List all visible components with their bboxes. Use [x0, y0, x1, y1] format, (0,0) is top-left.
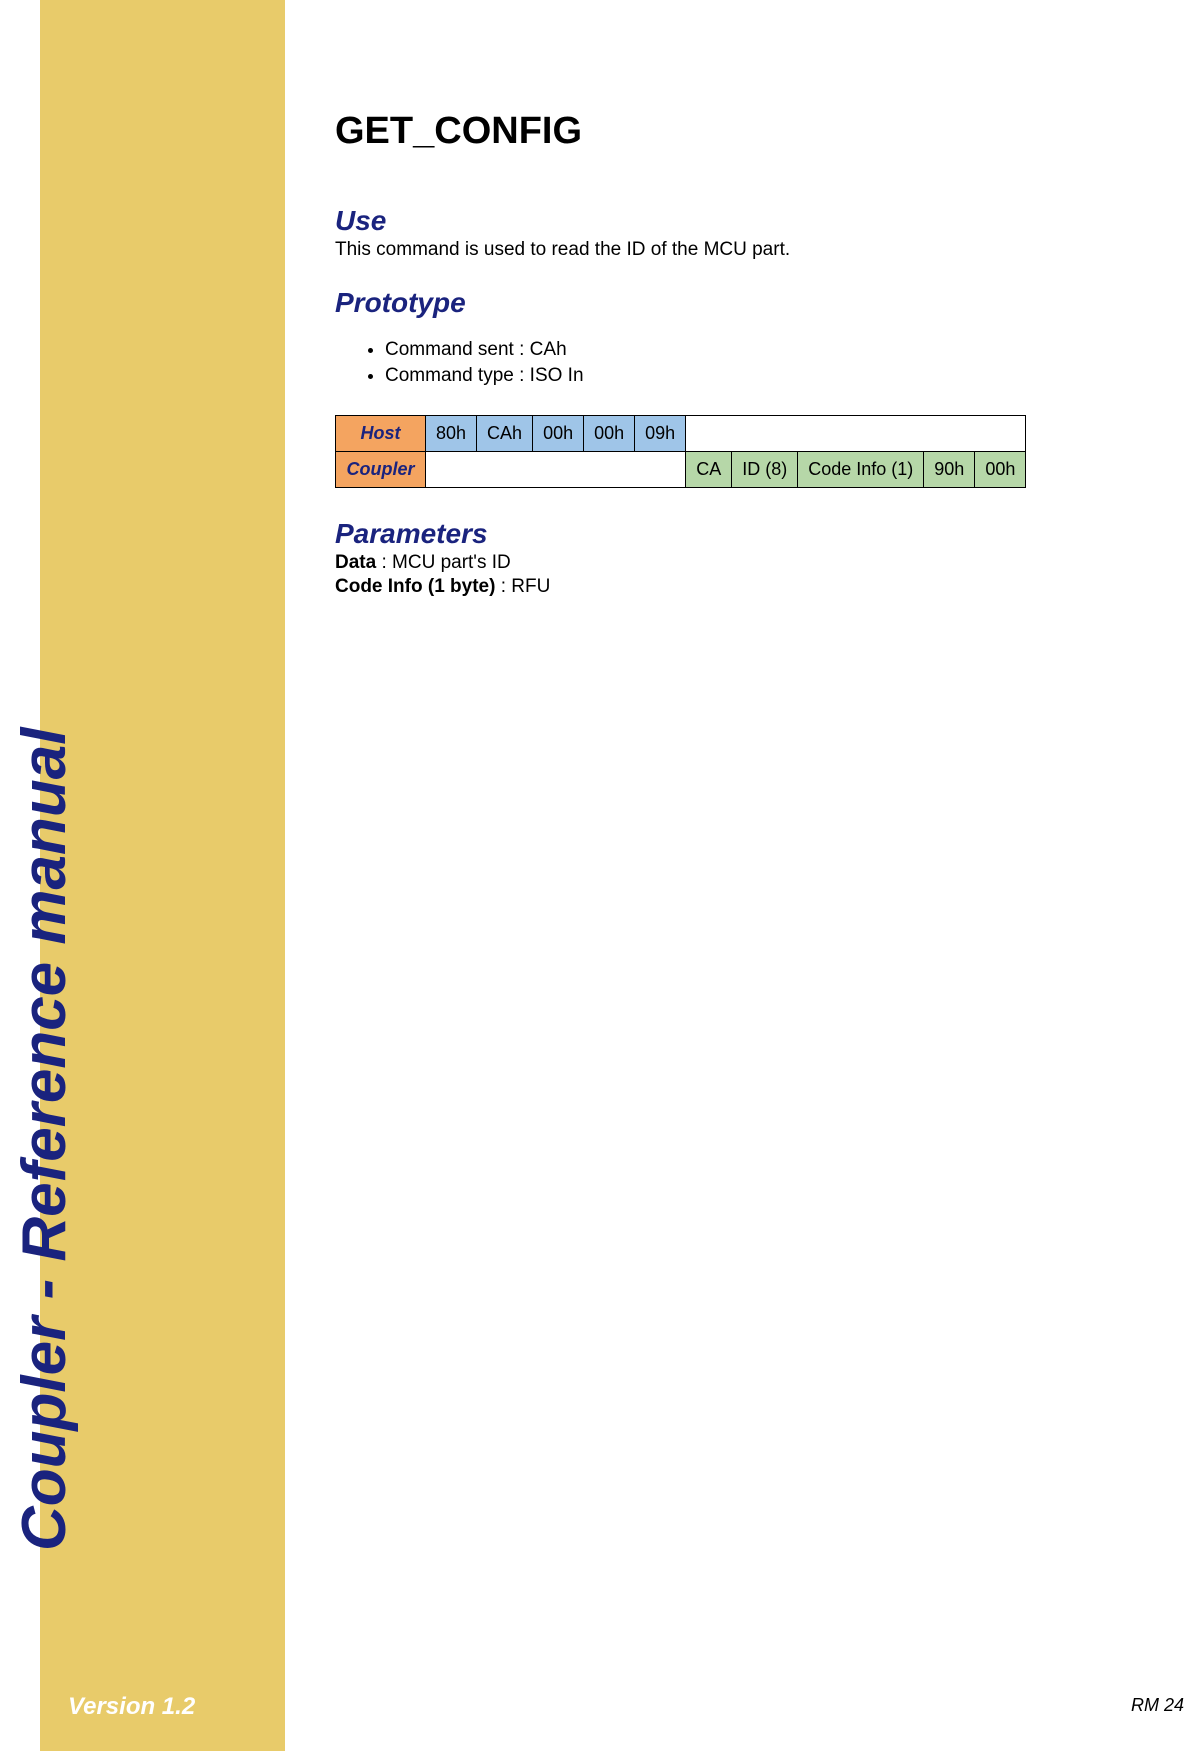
parameter-line: Code Info (1 byte) : RFU	[335, 576, 1155, 598]
coupler-label: Coupler	[336, 452, 426, 488]
parameter-name: Data	[335, 552, 376, 573]
prototype-item: Command sent : CAh	[385, 339, 1155, 361]
host-empty	[686, 416, 1026, 452]
section-use-heading: Use	[335, 205, 1155, 237]
coupler-byte: Code Info (1)	[798, 452, 924, 488]
section-parameters-heading: Parameters	[335, 518, 1155, 550]
prototype-list: Command sent : CAh Command type : ISO In	[385, 339, 1155, 387]
table-row-coupler: Coupler CA ID (8) Code Info (1) 90h 00h	[336, 452, 1026, 488]
command-name-heading: GET_CONFIG	[335, 110, 1155, 153]
table-row-host: Host 80h CAh 00h 00h 09h	[336, 416, 1026, 452]
parameter-value: : MCU part's ID	[376, 552, 511, 573]
coupler-empty	[426, 452, 686, 488]
coupler-byte: 90h	[924, 452, 975, 488]
host-byte: 80h	[426, 416, 477, 452]
prototype-item: Command type : ISO In	[385, 365, 1155, 387]
document-title: Coupler - Reference manual	[9, 728, 80, 1551]
host-byte: 00h	[533, 416, 584, 452]
coupler-byte: ID (8)	[732, 452, 798, 488]
section-prototype-heading: Prototype	[335, 287, 1155, 319]
host-byte: CAh	[477, 416, 533, 452]
parameter-name: Code Info (1 byte)	[335, 576, 495, 597]
page-content: GET_CONFIG Use This command is used to r…	[335, 110, 1155, 598]
coupler-byte: CA	[686, 452, 732, 488]
coupler-byte: 00h	[975, 452, 1026, 488]
parameter-value: : RFU	[495, 576, 550, 597]
host-label: Host	[336, 416, 426, 452]
page-number: RM 24	[1131, 1695, 1184, 1716]
sidebar: Coupler - Reference manual Version 1.2	[40, 0, 285, 1751]
version-label: Version 1.2	[68, 1693, 195, 1721]
use-description: This command is used to read the ID of t…	[335, 239, 1155, 261]
prototype-table: Host 80h CAh 00h 00h 09h Coupler CA ID (…	[335, 415, 1026, 488]
parameter-line: Data : MCU part's ID	[335, 552, 1155, 574]
host-byte: 00h	[584, 416, 635, 452]
host-byte: 09h	[635, 416, 686, 452]
